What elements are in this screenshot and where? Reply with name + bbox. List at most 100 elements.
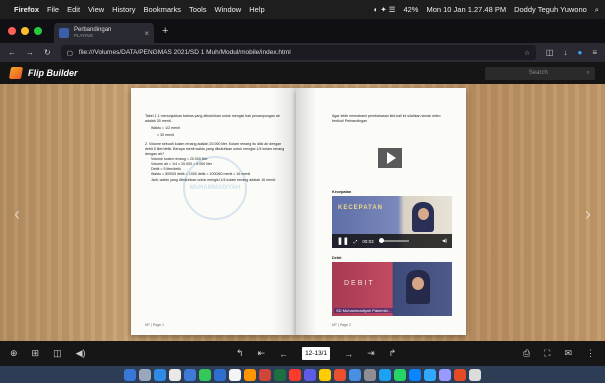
video-progress-thumb[interactable] bbox=[378, 238, 384, 243]
menu-window[interactable]: Window bbox=[215, 5, 242, 14]
forward-share-icon[interactable]: ↱ bbox=[389, 348, 397, 359]
toolbar-icons: ◫ ↓ ● ≡ bbox=[546, 48, 597, 57]
battery-percent[interactable]: 42% bbox=[403, 5, 418, 14]
safari-icon[interactable] bbox=[154, 368, 166, 381]
right-page-footer: MT | Page 2 bbox=[332, 323, 351, 327]
forward-arrow-icon[interactable]: → bbox=[26, 48, 34, 57]
music-icon[interactable] bbox=[289, 368, 301, 381]
tab-close-icon[interactable]: × bbox=[144, 29, 149, 38]
share-icon[interactable]: ↰ bbox=[236, 348, 244, 359]
fullscreen-toggle-icon[interactable]: ⛶ bbox=[544, 348, 550, 359]
more-icon[interactable]: ⋮ bbox=[586, 348, 595, 359]
right-intro-text: Agar lebih memahami pembahasan kita kali… bbox=[332, 114, 441, 123]
notes-icon[interactable] bbox=[319, 368, 331, 381]
settings-icon[interactable] bbox=[364, 368, 376, 381]
video2-caption: SD Muhammadiyah Pakembi... bbox=[334, 308, 394, 313]
pocket-icon[interactable]: ◫ bbox=[546, 48, 554, 57]
username[interactable]: Doddy Teguh Yuwono bbox=[514, 5, 587, 14]
flipbook-search-input[interactable]: Search ⌕ bbox=[485, 66, 595, 80]
bookmark-icon[interactable]: ◫ bbox=[53, 348, 62, 359]
launchpad-icon[interactable] bbox=[139, 368, 151, 381]
pause-icon[interactable]: ❚❚ bbox=[337, 237, 349, 245]
opera-icon[interactable] bbox=[454, 368, 466, 381]
video-time: 00:03 bbox=[362, 238, 374, 244]
whatsapp-icon[interactable] bbox=[394, 368, 406, 381]
email-icon[interactable]: ✉ bbox=[564, 348, 572, 359]
toolbar-right-group: ⎙ ⛶ ✉ ⋮ bbox=[523, 348, 595, 359]
flipbook-toolbar: ⊕ ⊞ ◫ ◀) ↰ ⇤ ← 12-13/1 → ⇥ ↱ ⎙ ⛶ ✉ ⋮ bbox=[0, 341, 605, 366]
status-icons[interactable]: ◐ ✦ ☰ bbox=[374, 5, 396, 14]
menu-hamburger-icon[interactable]: ≡ bbox=[592, 48, 597, 57]
menu-view[interactable]: View bbox=[88, 5, 104, 14]
spotlight-icon[interactable]: ⌕ bbox=[595, 5, 599, 15]
video-progress-slider[interactable] bbox=[378, 238, 409, 243]
book-page-right[interactable]: Agar lebih memahami pembahasan kita kali… bbox=[296, 88, 466, 335]
page-number-input[interactable]: 12-13/1 bbox=[302, 347, 331, 360]
reload-icon[interactable]: ↻ bbox=[44, 48, 51, 57]
print-icon[interactable]: ⎙ bbox=[523, 348, 530, 359]
telegram-icon[interactable] bbox=[379, 368, 391, 381]
excel-icon[interactable] bbox=[274, 368, 286, 381]
calendar-icon[interactable] bbox=[229, 368, 241, 381]
premiere-icon[interactable] bbox=[439, 368, 451, 381]
search-placeholder: Search bbox=[528, 70, 548, 76]
mail-icon[interactable] bbox=[184, 368, 196, 381]
left-line-2: Waktu = 1/2 menit bbox=[151, 126, 180, 130]
video-debit[interactable]: DEBIT SD Muhammadiyah Pakembi... bbox=[332, 262, 452, 316]
search-icon[interactable]: ⌕ bbox=[587, 70, 590, 77]
messages-icon[interactable] bbox=[199, 368, 211, 381]
extension-icon[interactable]: ● bbox=[577, 48, 582, 57]
fullscreen-icon[interactable]: ⤢ bbox=[354, 239, 358, 244]
previous-page-icon[interactable]: ← bbox=[279, 349, 288, 359]
clock[interactable]: Mon 10 Jan 1.27.48 PM bbox=[426, 5, 506, 14]
presenter2-face bbox=[412, 277, 424, 290]
page-icon: ▢ bbox=[66, 49, 73, 57]
tab-text: Perbandingan PLAYING bbox=[74, 27, 139, 39]
zoom-window-button[interactable] bbox=[34, 27, 42, 35]
next-page-icon[interactable]: → bbox=[344, 349, 353, 359]
browser-tab-active[interactable]: Perbandingan PLAYING × bbox=[54, 23, 154, 43]
podcasts-icon[interactable] bbox=[304, 368, 316, 381]
url-bar[interactable]: ▢ file:///Volumes/DATA/PENGMAS 2021/SD 1… bbox=[60, 45, 536, 60]
menu-tools[interactable]: Tools bbox=[189, 5, 207, 14]
macos-menubar: Firefox File Edit View History Bookmarks… bbox=[0, 0, 605, 19]
menu-history[interactable]: History bbox=[112, 5, 135, 14]
powerpoint-icon[interactable] bbox=[259, 368, 271, 381]
thumbnails-icon[interactable]: ⊞ bbox=[32, 348, 40, 359]
last-page-icon[interactable]: ⇥ bbox=[367, 348, 375, 359]
bookmark-star-icon[interactable]: ☆ bbox=[524, 49, 530, 57]
zoom-app-icon[interactable] bbox=[349, 368, 361, 381]
app-store-icon[interactable] bbox=[409, 368, 421, 381]
firefox-icon[interactable] bbox=[334, 368, 346, 381]
prev-page-arrow-icon[interactable]: ‹ bbox=[14, 204, 20, 225]
menu-bookmarks[interactable]: Bookmarks bbox=[144, 5, 182, 14]
menu-edit[interactable]: Edit bbox=[67, 5, 80, 14]
left-line-1: Tabel 1.1 menunjukkan bahwa yang dibutuh… bbox=[145, 114, 280, 123]
play-video-button[interactable] bbox=[378, 148, 402, 168]
left-page-footer: MT | Page 1 bbox=[145, 323, 164, 327]
trash-icon[interactable] bbox=[469, 368, 481, 381]
flipbuilder-header: Flip Builder Search ⌕ bbox=[0, 62, 605, 84]
sound-icon[interactable]: ◀) bbox=[76, 348, 86, 359]
word-icon[interactable] bbox=[214, 368, 226, 381]
finder-icon[interactable] bbox=[124, 368, 136, 381]
chrome-icon[interactable] bbox=[169, 368, 181, 381]
video-kecepatan[interactable]: KECEPATAN ❚❚ ⤢ 00:03 ◀) bbox=[332, 196, 452, 248]
photoshop-icon[interactable] bbox=[424, 368, 436, 381]
play-icon bbox=[386, 152, 396, 164]
zoom-icon[interactable]: ⊕ bbox=[10, 348, 18, 359]
minimize-window-button[interactable] bbox=[21, 27, 29, 35]
new-tab-button[interactable]: + bbox=[162, 25, 168, 37]
first-page-icon[interactable]: ⇤ bbox=[258, 348, 266, 359]
download-icon[interactable]: ↓ bbox=[563, 48, 567, 57]
browser-navbar: ← → ↻ ▢ file:///Volumes/DATA/PENGMAS 202… bbox=[0, 43, 605, 62]
close-window-button[interactable] bbox=[8, 27, 16, 35]
menu-help[interactable]: Help bbox=[249, 5, 264, 14]
menubar-app-name[interactable]: Firefox bbox=[14, 5, 39, 14]
next-page-arrow-icon[interactable]: › bbox=[585, 204, 591, 225]
volume-icon[interactable]: ◀) bbox=[442, 238, 447, 244]
photos-icon[interactable] bbox=[244, 368, 256, 381]
menu-file[interactable]: File bbox=[47, 5, 59, 14]
book-page-left[interactable]: Tabel 1.1 menunjukkan bahwa yang dibutuh… bbox=[131, 88, 296, 335]
back-arrow-icon[interactable]: ← bbox=[8, 48, 16, 57]
